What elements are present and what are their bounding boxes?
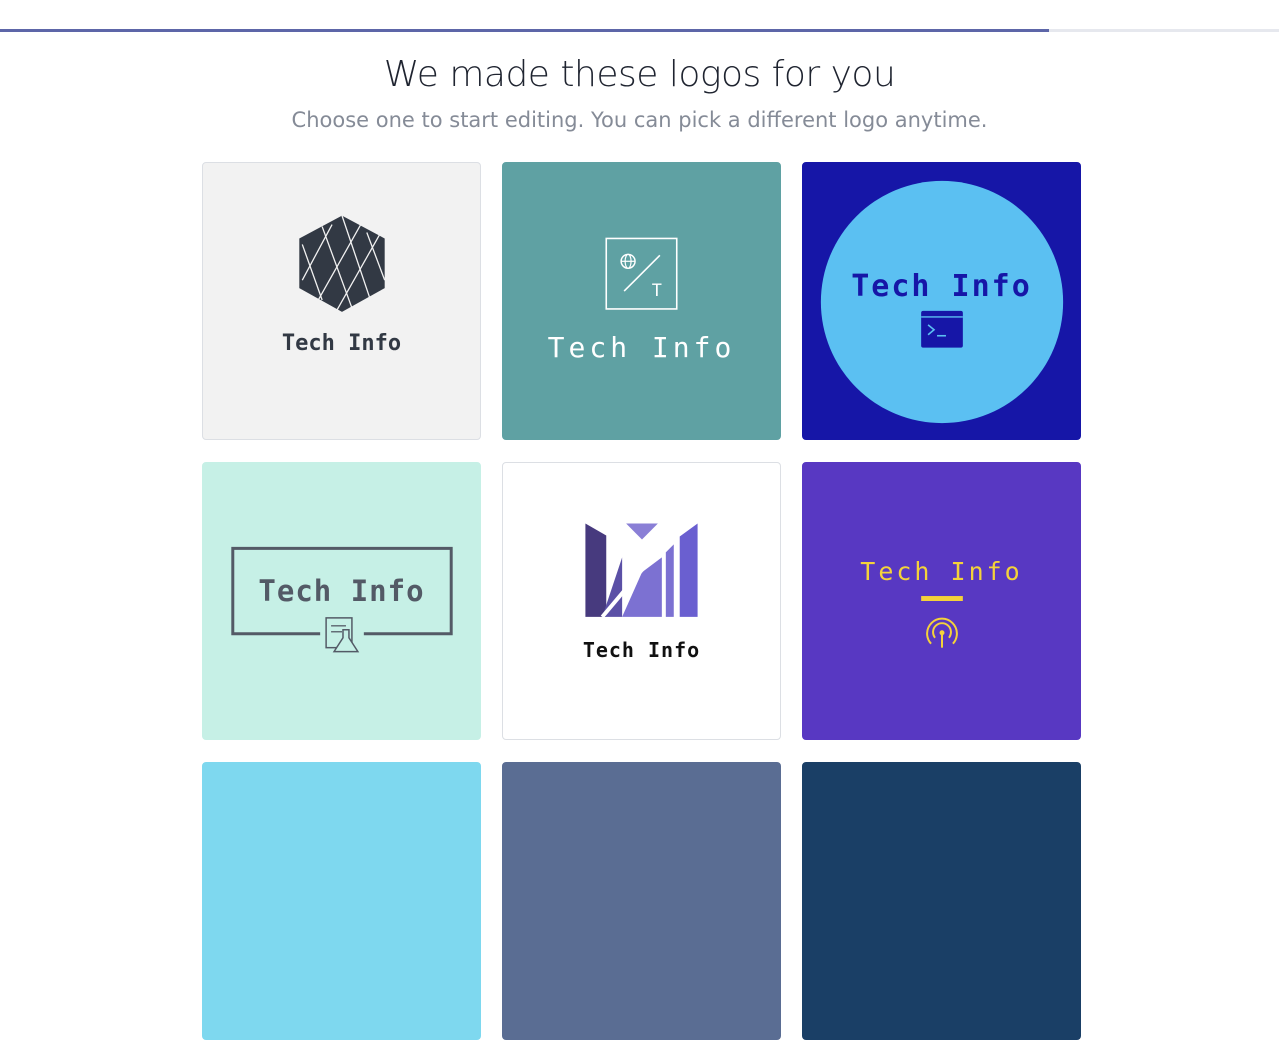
- bar-chart-m-icon: [585, 523, 698, 619]
- logo-text: Tech Info: [258, 574, 425, 608]
- page-title: We made these logos for you: [383, 54, 896, 95]
- logo-option-5[interactable]: Tech Info: [502, 462, 781, 740]
- logo-option-9[interactable]: [802, 762, 1081, 1040]
- globe-slash-t-icon: T: [605, 237, 678, 310]
- logo-text: Tech Info: [851, 269, 1032, 304]
- geometric-hexagon-icon: [299, 215, 386, 312]
- top-bar: [0, 0, 1279, 32]
- progress-bar-fill: [0, 29, 1049, 32]
- logo-option-4[interactable]: Tech Info: [202, 462, 481, 740]
- logo-option-3[interactable]: Tech Info: [802, 162, 1081, 440]
- logo-option-7[interactable]: [202, 762, 481, 1040]
- page-subtitle: Choose one to start editing. You can pic…: [291, 108, 988, 132]
- brand-mark-icon[interactable]: [632, 0, 656, 8]
- logo-option-8[interactable]: [502, 762, 781, 1040]
- logo-text: Tech Info: [547, 331, 736, 364]
- logo-option-6[interactable]: Tech Info: [802, 462, 1081, 740]
- svg-text:T: T: [652, 280, 662, 300]
- logo-option-2[interactable]: T Tech Info: [502, 162, 781, 440]
- progress-bar: [0, 29, 1279, 32]
- logo-text: Tech Info: [281, 331, 402, 356]
- logo-option-1[interactable]: Tech Info: [202, 162, 481, 440]
- broadcast-icon: [921, 596, 963, 648]
- logo-text: Tech Info: [860, 557, 1023, 586]
- logo-text: Tech Info: [582, 638, 701, 662]
